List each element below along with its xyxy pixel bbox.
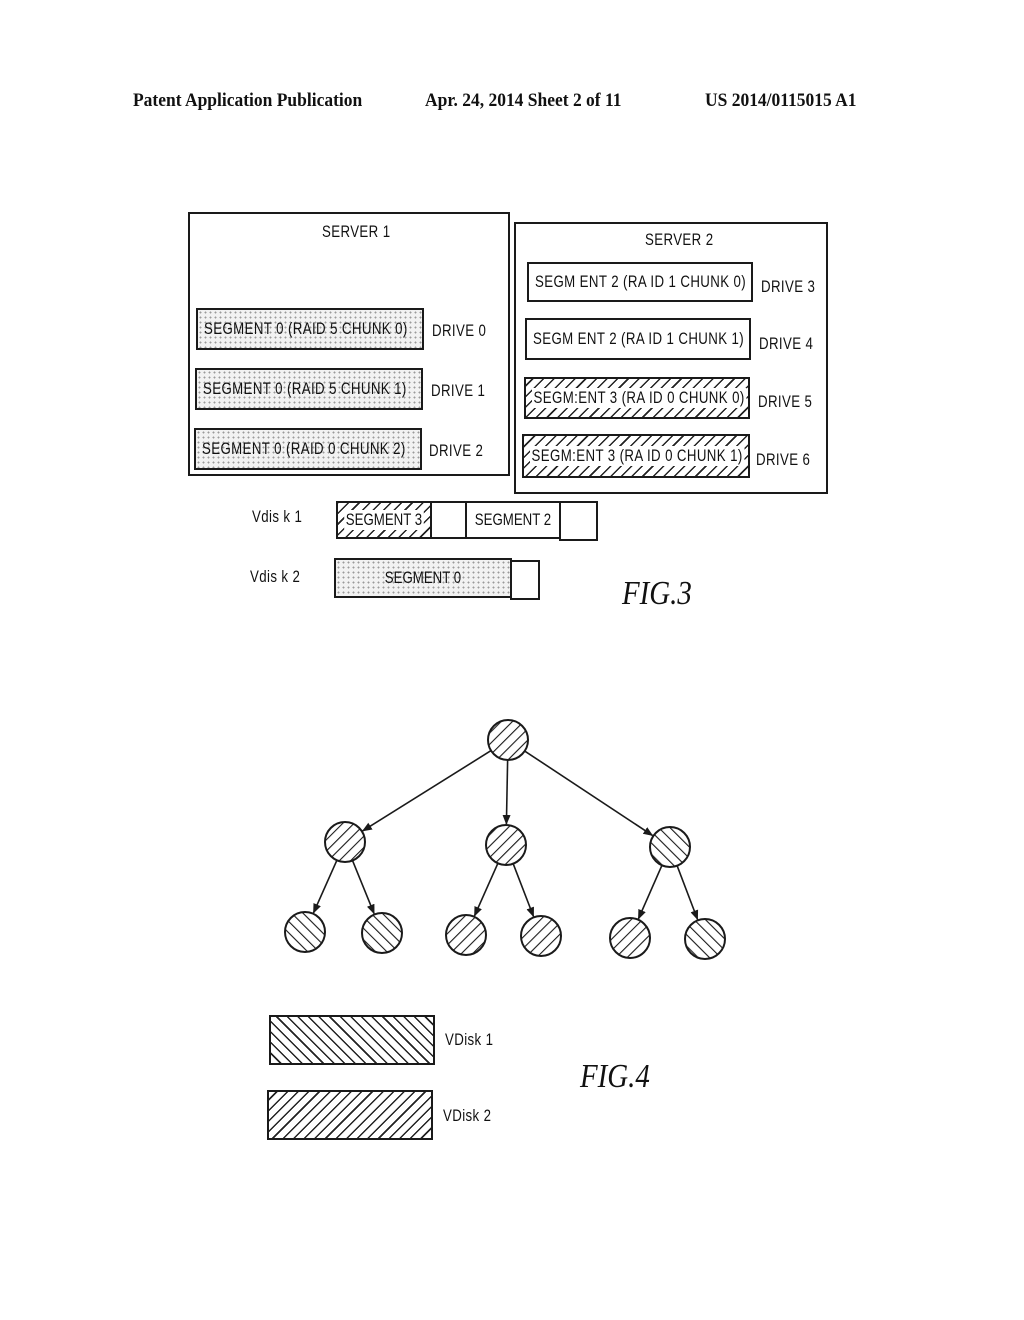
- tree-diagram: [284, 719, 726, 960]
- legend-vdisk-1-swatch: [269, 1015, 435, 1065]
- legend-vdisk-2-swatch: [267, 1090, 433, 1140]
- legend-vdisk-1-label: VDisk 1: [445, 1030, 494, 1049]
- tree-edge-root-to-child-2: [524, 750, 654, 837]
- tree-edge-child-2-to-leaf-0: [637, 864, 663, 920]
- tree-edge-child-0-to-leaf-0: [312, 859, 338, 914]
- legend-vdisk-2-label: VDisk 2: [443, 1106, 492, 1125]
- tree-edge-child-0-to-leaf-1: [351, 860, 375, 915]
- tree-leaf-node-0-1: [361, 912, 403, 954]
- tree-leaf-node-1-1: [520, 915, 562, 957]
- tree-leaf-node-1-0: [445, 914, 487, 956]
- tree-edge-root-to-child-1: [502, 759, 511, 826]
- tree-leaf-node-2-0: [609, 917, 651, 959]
- tree-root-node: [487, 719, 529, 761]
- tree-child-node-1: [485, 824, 527, 866]
- tree-edge-child-1-to-leaf-1: [512, 863, 535, 918]
- fig-4-label: FIG.4: [580, 1058, 650, 1095]
- tree-leaf-node-2-1: [684, 918, 726, 960]
- tree-child-node-2: [649, 826, 691, 868]
- tree-edge-child-1-to-leaf-0: [473, 862, 499, 917]
- tree-edge-child-2-to-leaf-1: [676, 865, 699, 921]
- tree-edge-root-to-child-0: [361, 749, 492, 832]
- tree-child-node-0: [324, 821, 366, 863]
- tree-leaf-node-0-0: [284, 911, 326, 953]
